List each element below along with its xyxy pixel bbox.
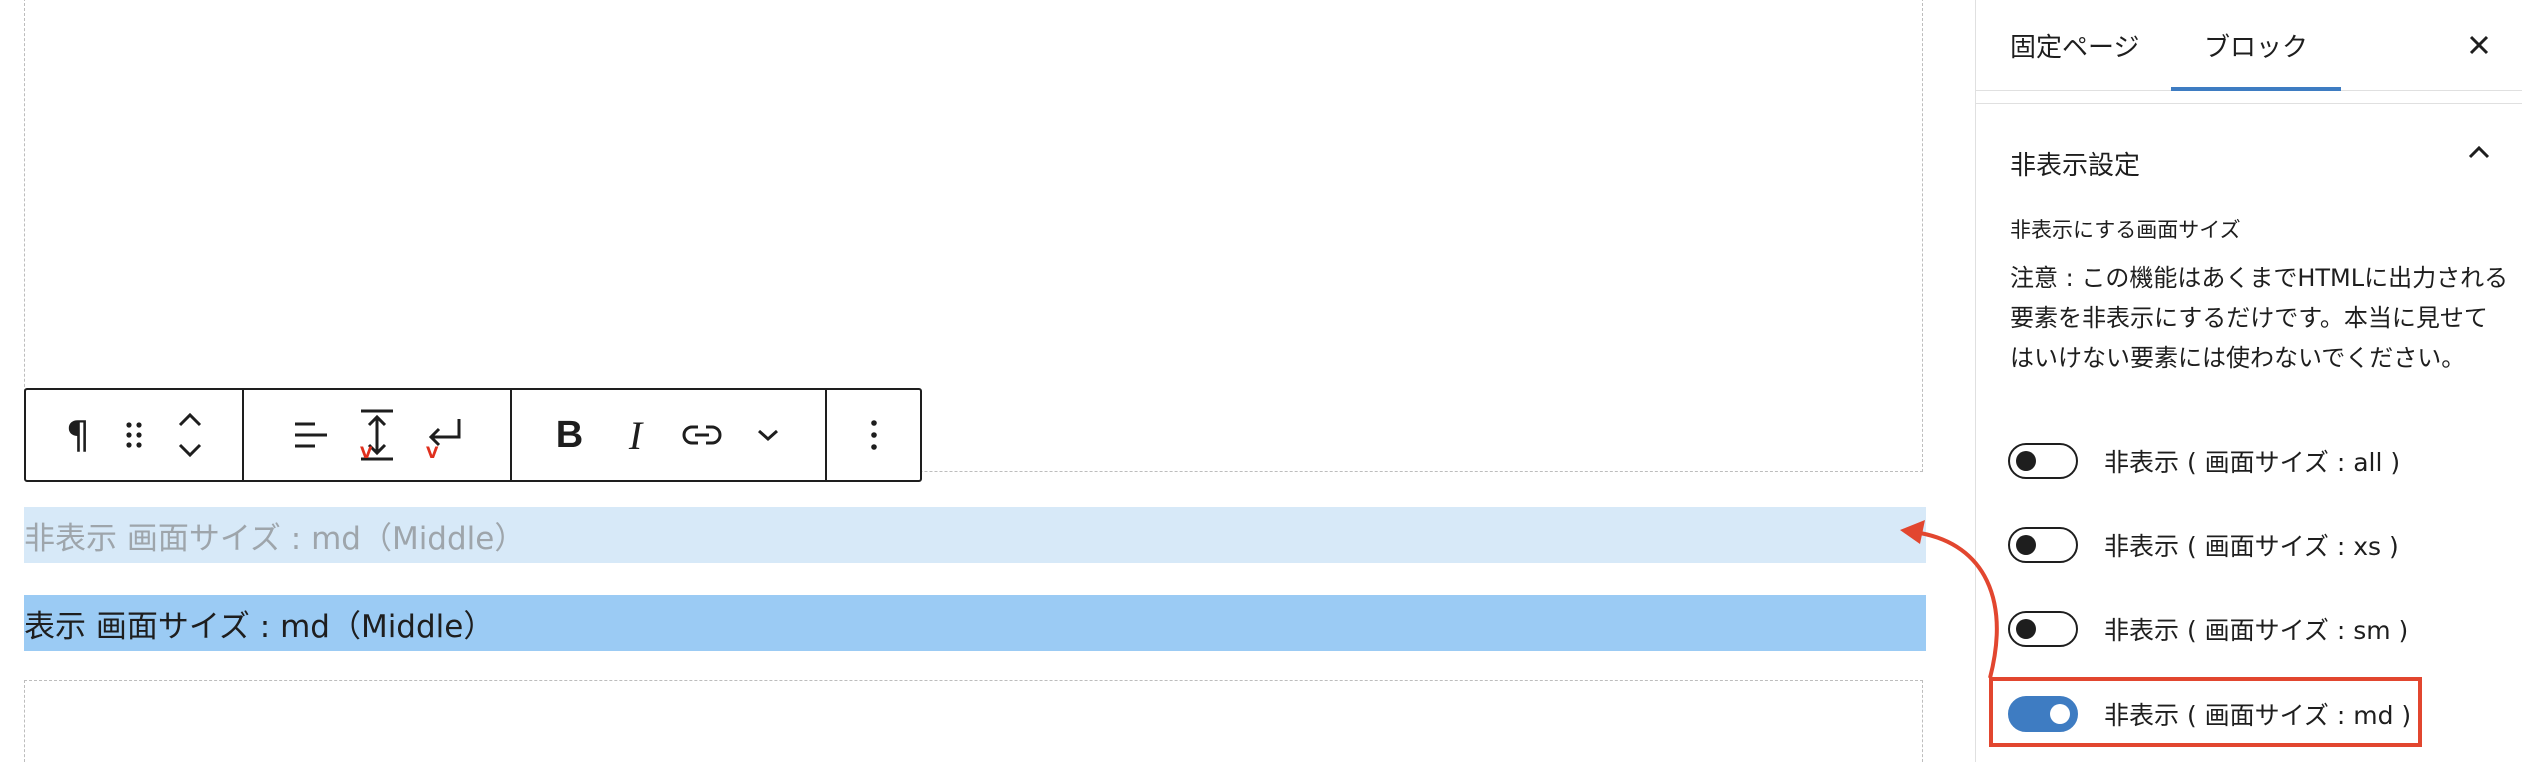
toggle-row-all[interactable]: 非表示 ( 画面サイズ : all ) [2008,441,2400,481]
chevron-up-icon[interactable] [2467,144,2491,160]
panel-title: 非表示設定 [2010,151,2141,181]
plugin-mark-icon: V [426,443,439,462]
hidden-md-paragraph[interactable]: 非表示 画面サイズ : md（Middle） [24,507,1926,563]
link-icon[interactable] [669,395,735,475]
toggle-switch-sm[interactable] [2008,611,2078,647]
sidebar-tabs: 固定ページ ブロック [1976,0,2522,91]
editor-canvas: ¶ V V B I 非表示 画面サイズ: md（Middle） 表示 画面サイ… [0,0,1975,762]
paragraph-block-icon[interactable]: ¶ [50,395,106,475]
settings-sidebar: 固定ページ ブロック 非表示設定 非表示にする画面サイズ 注意 : この機能はあ… [1975,0,2522,762]
tab-page[interactable]: 固定ページ [2010,0,2139,90]
empty-block-bottom[interactable] [24,680,1923,762]
notice-text: 注意 : この機能はあくまでHTMLに出力される要素を非表示にするだけです。本当… [2010,264,2509,372]
toolbar-group-options [827,390,920,480]
visible-md-paragraph[interactable]: 表示 画面サイズ : md（Middle） [24,595,1926,651]
toggle-switch-xs[interactable] [2008,527,2078,563]
more-options-icon[interactable] [841,395,907,475]
vertical-spacing-icon[interactable]: V [344,395,410,475]
close-icon[interactable] [2457,23,2501,67]
panel-header[interactable]: 非表示設定 [1976,103,2522,223]
block-toolbar: ¶ V V B I [24,388,922,482]
more-formats-chevron-icon[interactable] [735,395,801,475]
line-break-icon[interactable]: V [410,395,476,475]
toggle-label-xs: 非表示 ( 画面サイズ : xs ) [2104,532,2399,561]
field-label: 非表示にする画面サイズ [2010,218,2241,242]
drag-handle-icon[interactable] [106,395,162,475]
move-up-down-icon[interactable] [162,395,218,475]
bold-button[interactable]: B [537,395,603,475]
toggle-row-sm[interactable]: 非表示 ( 画面サイズ : sm ) [2008,609,2408,649]
toggle-label-all: 非表示 ( 画面サイズ : all ) [2104,448,2401,477]
toolbar-group-block: ¶ [26,390,244,480]
toolbar-group-layout: V V [244,390,512,480]
toolbar-group-format: B I [512,390,827,480]
toggle-switch-md[interactable] [2008,696,2078,732]
toggle-label-md: 非表示 ( 画面サイズ : md ) [2104,701,2412,730]
toggle-row-md[interactable]: 非表示 ( 画面サイズ : md ) [2008,694,2411,734]
italic-button[interactable]: I [603,395,669,475]
tab-block[interactable]: ブロック [2171,0,2341,91]
toggle-row-xs[interactable]: 非表示 ( 画面サイズ : xs ) [2008,525,2399,565]
align-left-icon[interactable] [278,395,344,475]
toggle-label-sm: 非表示 ( 画面サイズ : sm ) [2104,616,2409,645]
plugin-mark-icon: V [360,443,373,462]
toggle-switch-all[interactable] [2008,443,2078,479]
